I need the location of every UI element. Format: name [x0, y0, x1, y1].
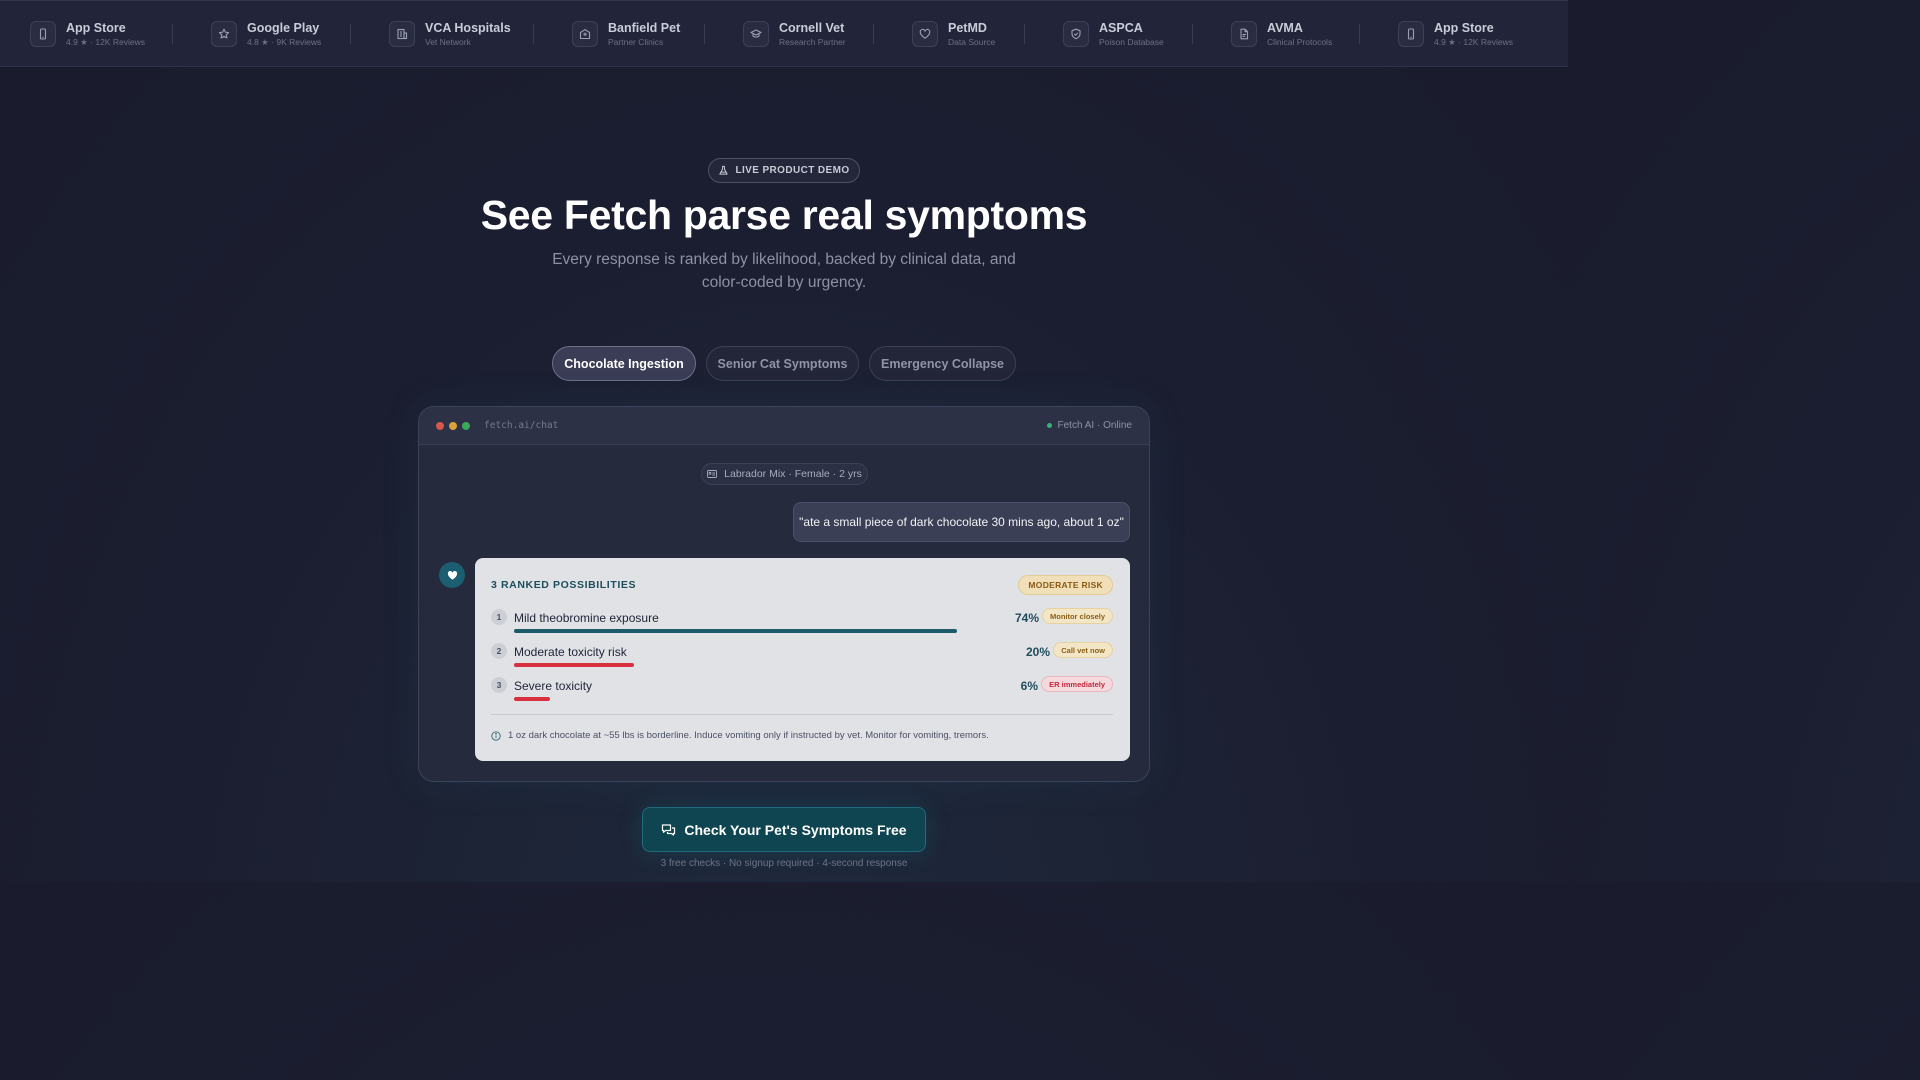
- heart-icon: [912, 20, 938, 47]
- page-subtitle: Every response is ranked by likelihood, …: [552, 251, 1016, 291]
- chat-url: fetch.ai/chat: [484, 420, 559, 431]
- partner-name: Banfield Pet: [608, 20, 681, 35]
- partner-sub: Partner Clinics: [608, 36, 664, 47]
- likelihood-percent: 6%: [1020, 679, 1038, 693]
- cta-subtext: 3 free checks · No signup required · 4-s…: [660, 858, 908, 869]
- document-icon: [1231, 20, 1257, 47]
- divider: [533, 23, 534, 44]
- partner-name: App Store: [66, 20, 126, 35]
- clinical-note: 1 oz dark chocolate at ~55 lbs is border…: [491, 730, 989, 741]
- page-title: See Fetch parse real symptoms: [480, 192, 1088, 238]
- cta-label: Check Your Pet's Symptoms Free: [684, 821, 907, 838]
- chat-bubble-icon: [661, 823, 676, 837]
- partner-vca-hospitals[interactable]: VCA Hospitals Vet Network: [389, 20, 533, 47]
- note-text: 1 oz dark chocolate at ~55 lbs is border…: [508, 730, 989, 741]
- likelihood-bar: [514, 663, 634, 667]
- likelihood-percent: 74%: [1014, 611, 1039, 625]
- flask-icon: [718, 165, 729, 176]
- partner-sub: Research Partner: [779, 36, 846, 47]
- partner-sub: 4.8 ★ · 9K Reviews: [247, 36, 322, 47]
- demo-chat-window: fetch.ai/chat Fetch AI · Online Labrador…: [418, 406, 1150, 782]
- partner-aspca[interactable]: ASPCA Poison Database: [1063, 20, 1192, 47]
- shield-icon: [1063, 20, 1089, 47]
- partner-name: AVMA: [1267, 20, 1303, 35]
- divider: [1192, 23, 1193, 44]
- rank-number: 3: [491, 677, 507, 693]
- graduation-cap-icon: [743, 20, 769, 47]
- status-text: Fetch AI · Online: [1057, 420, 1132, 431]
- close-dot[interactable]: [436, 421, 444, 430]
- partner-app-store[interactable]: App Store 4.9 ★ · 12K Reviews: [30, 20, 172, 47]
- partner-name: Google Play: [247, 20, 320, 35]
- check-symptoms-button[interactable]: Check Your Pet's Symptoms Free: [642, 807, 926, 852]
- action-badge: ER immediately: [1041, 676, 1113, 692]
- minimize-dot[interactable]: [449, 421, 457, 430]
- condition-label: Severe toxicity: [514, 679, 593, 693]
- result-row[interactable]: 2 Moderate toxicity risk 20% Call vet no…: [491, 642, 1113, 673]
- rank-number: 1: [491, 609, 507, 625]
- results-title: 3 RANKED POSSIBILITIES: [491, 579, 637, 591]
- tab-senior-cat-symptoms[interactable]: Senior Cat Symptoms: [706, 346, 859, 381]
- phone-icon: [1398, 20, 1424, 47]
- condition-label: Mild theobromine exposure: [514, 611, 659, 625]
- partner-app-store-repeat[interactable]: App Store 4.9 ★ · 12K Reviews: [1398, 20, 1538, 47]
- likelihood-bar: [514, 629, 957, 633]
- partner-name: App Store: [1434, 20, 1494, 35]
- divider: [172, 23, 173, 44]
- partner-sub: 4.9 ★ · 12K Reviews: [1434, 36, 1513, 47]
- partner-name: VCA Hospitals: [425, 20, 511, 35]
- partner-banfield-pet[interactable]: Banfield Pet Partner Clinics: [572, 20, 704, 47]
- fetch-bot-avatar: [439, 562, 465, 588]
- result-row[interactable]: 3 Severe toxicity 6% ER immediately: [491, 676, 1113, 707]
- divider: [1024, 23, 1025, 44]
- likelihood-percent: 20%: [1025, 645, 1050, 659]
- risk-badge: MODERATE RISK: [1018, 575, 1113, 595]
- id-card-icon: [707, 470, 718, 478]
- badge-label: LIVE PRODUCT DEMO: [735, 165, 850, 176]
- tab-chocolate-ingestion[interactable]: Chocolate Ingestion: [552, 346, 696, 381]
- star-icon: [211, 20, 237, 47]
- info-icon: [491, 730, 501, 741]
- divider: [1359, 23, 1360, 44]
- online-status: Fetch AI · Online: [1046, 420, 1132, 431]
- phone-icon: [30, 20, 56, 47]
- tab-emergency-collapse[interactable]: Emergency Collapse: [869, 346, 1016, 381]
- online-indicator: [1046, 423, 1052, 428]
- partner-avma[interactable]: AVMA Clinical Protocols: [1231, 20, 1359, 47]
- partner-sub: 4.9 ★ · 12K Reviews: [66, 36, 145, 47]
- divider: [704, 23, 705, 44]
- action-badge: Monitor closely: [1041, 608, 1113, 624]
- maximize-dot[interactable]: [462, 421, 470, 430]
- partner-sub: Clinical Protocols: [1267, 36, 1333, 47]
- partner-sub: Poison Database: [1099, 36, 1164, 47]
- result-row[interactable]: 1 Mild theobromine exposure 74% Monitor …: [491, 608, 1113, 639]
- window-title-bar: fetch.ai/chat Fetch AI · Online: [419, 407, 1149, 445]
- user-message: "ate a small piece of dark chocolate 30 …: [793, 502, 1130, 542]
- partner-sub: Vet Network: [425, 36, 471, 47]
- divider: [350, 23, 351, 44]
- rank-number: 2: [491, 643, 507, 659]
- pet-profile-chip: Labrador Mix · Female · 2 yrs: [701, 463, 868, 485]
- pet-profile-text: Labrador Mix · Female · 2 yrs: [724, 468, 862, 480]
- partner-cornell-vet[interactable]: Cornell Vet Research Partner: [743, 20, 873, 47]
- live-demo-badge: LIVE PRODUCT DEMO: [708, 158, 860, 183]
- partner-strip: App Store 4.9 ★ · 12K Reviews Google Pla…: [0, 0, 1568, 67]
- divider: [873, 23, 874, 44]
- condition-label: Moderate toxicity risk: [514, 645, 627, 659]
- heart-icon: [447, 570, 458, 581]
- partner-petmd[interactable]: PetMD Data Source: [912, 20, 1024, 47]
- action-badge: Call vet now: [1053, 642, 1113, 658]
- partner-name: ASPCA: [1099, 20, 1143, 35]
- divider: [491, 714, 1113, 715]
- partner-name: PetMD: [948, 20, 987, 35]
- partner-name: Cornell Vet: [779, 20, 845, 35]
- ranked-results-card: 3 RANKED POSSIBILITIES MODERATE RISK 1 M…: [475, 558, 1130, 761]
- partner-sub: Data Source: [948, 36, 996, 47]
- building-icon: [389, 20, 415, 47]
- likelihood-bar: [514, 697, 550, 701]
- partner-google-play[interactable]: Google Play 4.8 ★ · 9K Reviews: [211, 20, 350, 47]
- clinic-icon: [572, 20, 598, 47]
